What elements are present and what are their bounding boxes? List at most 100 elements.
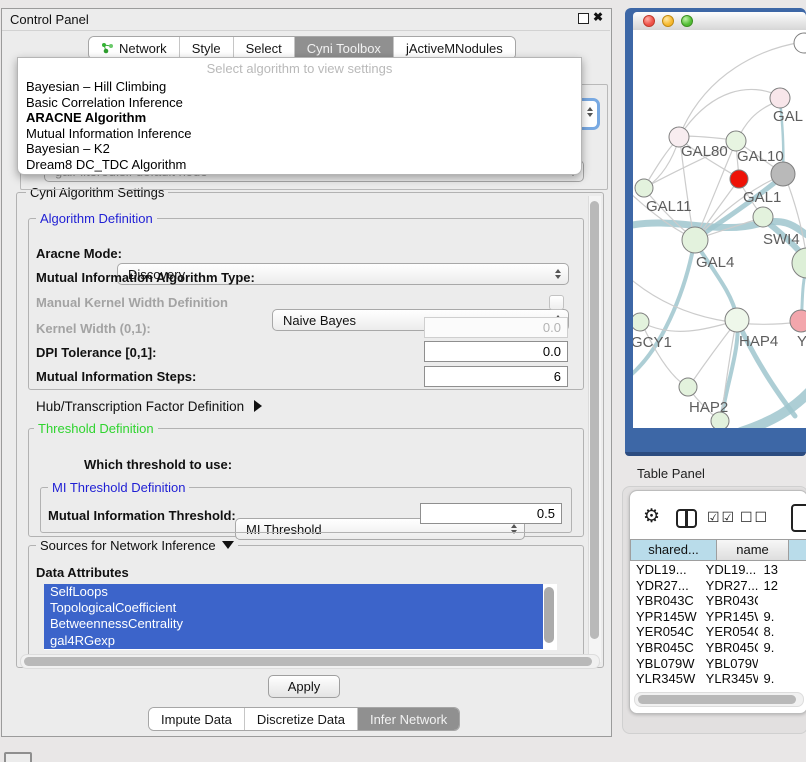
minimize-traffic-light-icon[interactable] [662,15,674,27]
table-row[interactable]: YBR045CYBR045C9. [630,640,806,656]
network-node-hap2[interactable] [679,378,697,396]
scrollbar-thumb[interactable] [638,695,796,704]
algorithm-option[interactable]: Mutual Information Inference [18,126,581,142]
tab-network[interactable]: Network [89,37,179,59]
table-row[interactable]: YBR043CYBR043C [630,593,806,609]
float-window-icon[interactable] [578,13,589,24]
deselect-checkboxes-icon[interactable]: ☐☐ [740,509,769,526]
network-node-gal[interactable] [770,88,790,108]
scrollbar-thumb[interactable] [590,201,599,639]
table-cell: YER054C [630,624,700,640]
dpi-tolerance-field[interactable]: 0.0 [424,341,568,362]
list-scrollbar-thumb[interactable] [544,587,554,643]
control-panel-title: Control Panel [10,12,89,27]
table-cell: 8. [758,624,806,640]
tab-jactivemnodules[interactable]: jActiveMNodules [393,37,515,59]
tab-style[interactable]: Style [179,37,233,59]
attribute-item[interactable]: BetweennessCentrality [44,616,543,632]
gear-icon[interactable]: ⚙ [643,505,660,528]
expand-right-icon [254,400,262,412]
table-row[interactable]: YLR345WYLR345W9. [630,671,806,687]
kernel-width-field[interactable]: 0.0 [424,317,568,338]
column-header[interactable]: A [789,539,806,561]
table-cell: YBL079W [630,656,700,672]
table-row[interactable]: YDL19...YDL19...13 [630,562,806,578]
network-node-gal11[interactable] [635,179,653,197]
close-icon[interactable]: ✖ [593,10,603,24]
screen: Control Panel ✖ NetworkStyleSelect Cyni T… [0,0,806,762]
titlebar-divider [2,30,610,31]
attribute-item[interactable]: gal4RGexp [44,633,543,649]
columns-icon[interactable] [676,509,697,528]
algorithm-option[interactable]: Bayesian – K2 [18,141,581,157]
algorithm-definition-legend: Algorithm Definition [36,212,157,225]
table-row[interactable]: YPR145WYPR145W9. [630,609,806,625]
threshold-definition-legend: Threshold Definition [34,422,158,435]
table-row[interactable]: YIL052CYIL052C9 [630,687,806,690]
mi-threshold-label: Mutual Information Threshold: [48,508,236,523]
table-cell: 9. [758,640,806,656]
mi-threshold-field[interactable]: 0.5 [420,503,562,524]
network-node-gal4[interactable] [682,227,708,253]
network-node-hap4[interactable] [725,308,749,332]
settings-horizontal-scrollbar[interactable] [20,654,600,669]
node-label: GAL11 [646,198,692,215]
partial-toolbar-icon[interactable] [791,504,806,532]
attribute-item[interactable]: TopologicalCoefficient [44,600,543,616]
apply-button[interactable]: Apply [268,675,340,698]
algorithm-popup-list: Bayesian – Hill ClimbingBasic Correlatio… [18,79,581,172]
column-header[interactable]: shared... [630,539,717,561]
select-all-checkboxes-icon[interactable]: ☑☑ [707,509,736,526]
mi-steps-field[interactable]: 6 [424,366,568,387]
tab-impute-data[interactable]: Impute Data [149,708,244,730]
table-cell: YBR045C [700,640,758,656]
node-label: GAL10 [737,148,784,165]
algorithm-option[interactable]: Dream8 DC_TDC Algorithm [18,157,581,173]
table-panel-title: Table Panel [637,466,705,481]
tab-infer-network[interactable]: Infer Network [357,708,459,730]
algorithm-option[interactable]: Basic Correlation Inference [18,95,581,111]
network-node-swi4[interactable] [753,207,773,227]
network-node[interactable] [792,248,806,278]
minimized-panel-icon[interactable] [4,752,32,762]
network-node[interactable] [711,412,729,428]
tab-label: Discretize Data [257,712,345,727]
network-node-gal1[interactable] [730,170,748,188]
node-label: GAL4 [696,254,734,271]
attribute-item[interactable]: SelfLoops [44,584,543,600]
tab-discretize-data[interactable]: Discretize Data [244,708,357,730]
tab-select[interactable]: Select [233,37,294,59]
network-node[interactable] [771,162,795,186]
zoom-traffic-light-icon[interactable] [681,15,693,27]
manual-kernel-checkbox[interactable] [549,295,564,310]
table-horizontal-scrollbar[interactable] [634,692,804,707]
table-row[interactable]: YBL079WYBL079W [630,656,806,672]
network-edge [633,276,799,324]
hub-definition-toggle[interactable]: Hub/Transcription Factor Definition [36,399,262,414]
network-canvas[interactable]: GALGAL80GAL10GAL1SWI4GAL11GAL4GCY1HAP4YH… [633,30,806,428]
table-row[interactable]: YDR27...YDR27...12 [630,578,806,594]
network-node-gcy1[interactable] [633,313,649,331]
table-cell: 9 [758,687,806,690]
table-cell: YBL079W [700,656,758,672]
mi-threshold-legend: MI Threshold Definition [48,481,189,494]
tab-cyni-toolbox[interactable]: Cyni Toolbox [294,37,393,59]
node-label: GAL80 [681,143,728,160]
algorithm-option[interactable]: ARACNE Algorithm [18,110,581,126]
network-edge [679,89,779,137]
network-edge [741,388,806,428]
table-body: YDL19...YDL19...13YDR27...YDR27...12YBR0… [630,562,806,690]
network-node[interactable] [794,33,806,53]
network-node-y[interactable] [790,310,806,332]
settings-vertical-scrollbar[interactable] [588,196,601,662]
which-threshold-label: Which threshold to use: [84,457,232,472]
scrollbar-thumb[interactable] [24,657,592,666]
table-row[interactable]: YER054CYER054C8. [630,624,806,640]
table-cell: YER054C [700,624,758,640]
sources-legend[interactable]: Sources for Network Inference [36,539,238,552]
tab-label: Cyni Toolbox [307,41,381,56]
algorithm-option[interactable]: Bayesian – Hill Climbing [18,79,581,95]
node-label: GAL1 [743,189,781,206]
column-header[interactable]: name [717,539,789,561]
close-traffic-light-icon[interactable] [643,15,655,27]
